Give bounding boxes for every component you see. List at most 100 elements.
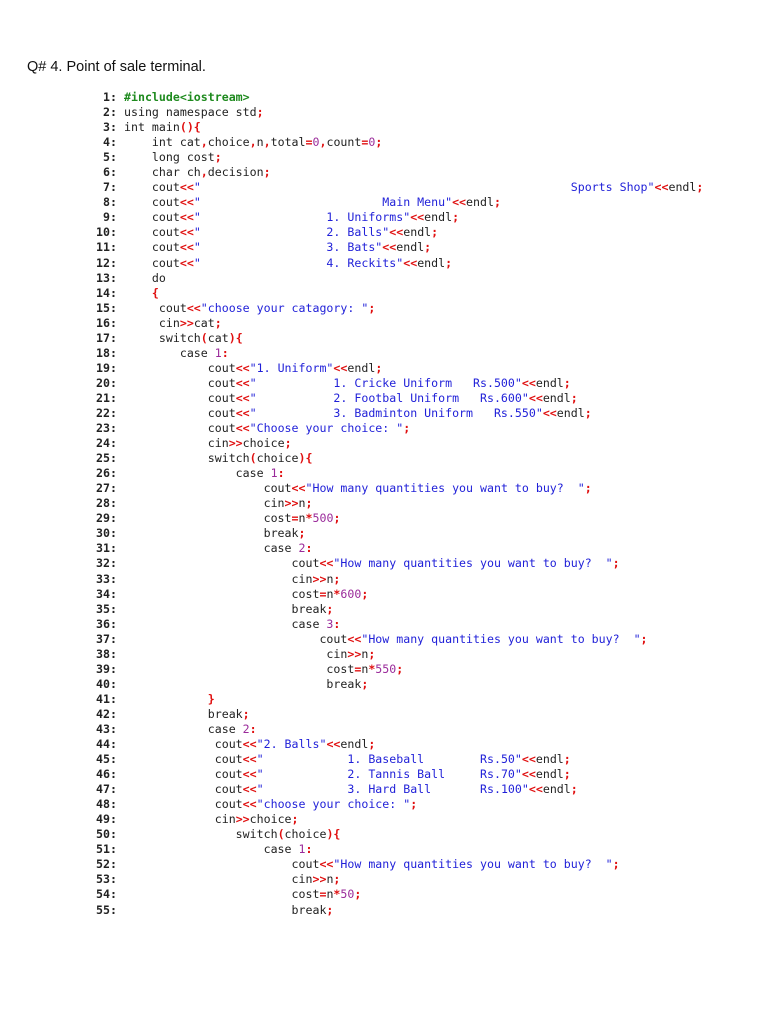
- code-text: cout: [124, 375, 236, 390]
- line-number: 12:: [96, 255, 117, 270]
- code-line: 38: cin>>n;: [0, 647, 703, 662]
- code-string: " 2. Tannis Ball Rs.70": [256, 767, 522, 782]
- line-number: 33:: [96, 571, 117, 586]
- code-operator: ){: [298, 451, 313, 466]
- code-line: 25: switch(choice){: [0, 451, 703, 466]
- code-text: switch: [124, 451, 250, 466]
- line-number: 37:: [96, 631, 117, 646]
- line-number: 14:: [96, 285, 117, 300]
- code-operator: ;: [570, 390, 578, 405]
- code-operator: ;: [333, 511, 341, 526]
- code-operator: =: [305, 135, 313, 150]
- code-text: break: [124, 902, 327, 917]
- code-text: break: [124, 676, 362, 691]
- code-string: " Sports Shop": [193, 180, 655, 195]
- code-text: endl: [396, 240, 425, 255]
- code-string: "How many quantities you want to buy? ": [333, 556, 613, 571]
- code-text: char ch: [124, 165, 201, 180]
- code-text: choice: [242, 436, 285, 451]
- code-operator: <<: [235, 360, 250, 375]
- code-number: 1: [214, 345, 222, 360]
- code-operator: ;: [403, 421, 411, 436]
- line-number: 44:: [96, 737, 117, 752]
- code-operator: ;: [396, 661, 404, 676]
- code-directive: #include<iostream>: [124, 90, 250, 104]
- code-text: choice: [256, 451, 299, 466]
- line-number: 49:: [96, 812, 117, 827]
- code-text: switch: [124, 330, 201, 345]
- code-text: cin: [124, 812, 236, 827]
- code-number: 550: [375, 661, 397, 676]
- code-string: "choose your choice: ": [256, 797, 411, 812]
- code-line: 17: switch(cat){: [0, 331, 703, 346]
- code-operator: >>: [312, 872, 327, 887]
- code-number: 2: [242, 721, 250, 736]
- line-number: 15:: [96, 300, 117, 315]
- code-operator: {: [124, 285, 159, 300]
- code-operator: ;: [584, 405, 592, 420]
- code-text: break: [124, 526, 299, 541]
- code-text: cin: [124, 571, 313, 586]
- line-number: 24:: [96, 436, 117, 451]
- code-operator: :: [249, 721, 257, 736]
- line-number: 55:: [96, 902, 117, 917]
- code-text: cout: [124, 782, 243, 797]
- code-line: 36: case 3:: [0, 617, 703, 632]
- code-line: 43: case 2:: [0, 722, 703, 737]
- code-operator: ;: [333, 872, 341, 887]
- code-line: 32: cout<<"How many quantities you want …: [0, 556, 703, 571]
- code-operator: ;: [368, 646, 376, 661]
- code-text: endl: [535, 752, 564, 767]
- code-operator: ;: [214, 150, 222, 165]
- code-line: 16: cin>>cat;: [0, 316, 703, 331]
- code-operator: ){: [326, 827, 341, 842]
- code-operator: }: [124, 691, 215, 706]
- code-text: int cat: [124, 135, 201, 150]
- code-operator: <<: [235, 405, 250, 420]
- line-number: 35:: [96, 601, 117, 616]
- code-line: 15: cout<<"choose your catagory: ";: [0, 301, 703, 316]
- code-operator: ;: [333, 571, 341, 586]
- line-number: 22:: [96, 405, 117, 420]
- code-line: 52: cout<<"How many quantities you want …: [0, 857, 703, 872]
- code-line: 46: cout<<" 2. Tannis Ball Rs.70"<<endl;: [0, 767, 703, 782]
- code-string: " Main Menu": [193, 195, 453, 210]
- line-number: 2:: [103, 105, 117, 120]
- line-number: 20:: [96, 375, 117, 390]
- code-operator: <<: [179, 240, 194, 255]
- code-line: 18: case 1:: [0, 346, 703, 361]
- line-number: 4:: [103, 135, 117, 150]
- code-operator: ;: [612, 556, 620, 571]
- code-line: 3: int main(){: [0, 120, 703, 135]
- code-line: 14: {: [0, 286, 703, 301]
- code-line: 42: break;: [0, 707, 703, 722]
- code-line: 44: cout<<"2. Balls"<<endl;: [0, 737, 703, 752]
- code-text: case: [124, 541, 299, 556]
- code-text: endl: [542, 390, 571, 405]
- line-number: 48:: [96, 797, 117, 812]
- code-line: 39: cost=n*550;: [0, 662, 703, 677]
- code-line: 31: case 2:: [0, 541, 703, 556]
- line-number: 6:: [103, 165, 117, 180]
- line-number: 40:: [96, 676, 117, 691]
- line-number: 23:: [96, 421, 117, 436]
- code-operator: >>: [235, 812, 250, 827]
- code-line: 5: long cost;: [0, 150, 703, 165]
- code-line: 49: cin>>choice;: [0, 812, 703, 827]
- code-text: count: [326, 135, 362, 150]
- code-operator: =: [291, 511, 299, 526]
- code-line: 10: cout<<" 2. Balls"<<endl;: [0, 225, 703, 240]
- code-operator: <<: [333, 360, 348, 375]
- code-line: 27: cout<<"How many quantities you want …: [0, 481, 703, 496]
- code-text: cout: [124, 210, 180, 225]
- code-text: case: [124, 345, 215, 360]
- code-operator: ,: [200, 165, 208, 180]
- code-operator: >>: [284, 496, 299, 511]
- code-operator: <<: [242, 782, 257, 797]
- code-text: cout: [124, 767, 243, 782]
- code-operator: <<: [382, 240, 397, 255]
- line-number: 3:: [103, 120, 117, 135]
- code-line: 33: cin>>n;: [0, 572, 703, 587]
- code-operator: ;: [375, 360, 383, 375]
- code-text: case: [124, 842, 299, 857]
